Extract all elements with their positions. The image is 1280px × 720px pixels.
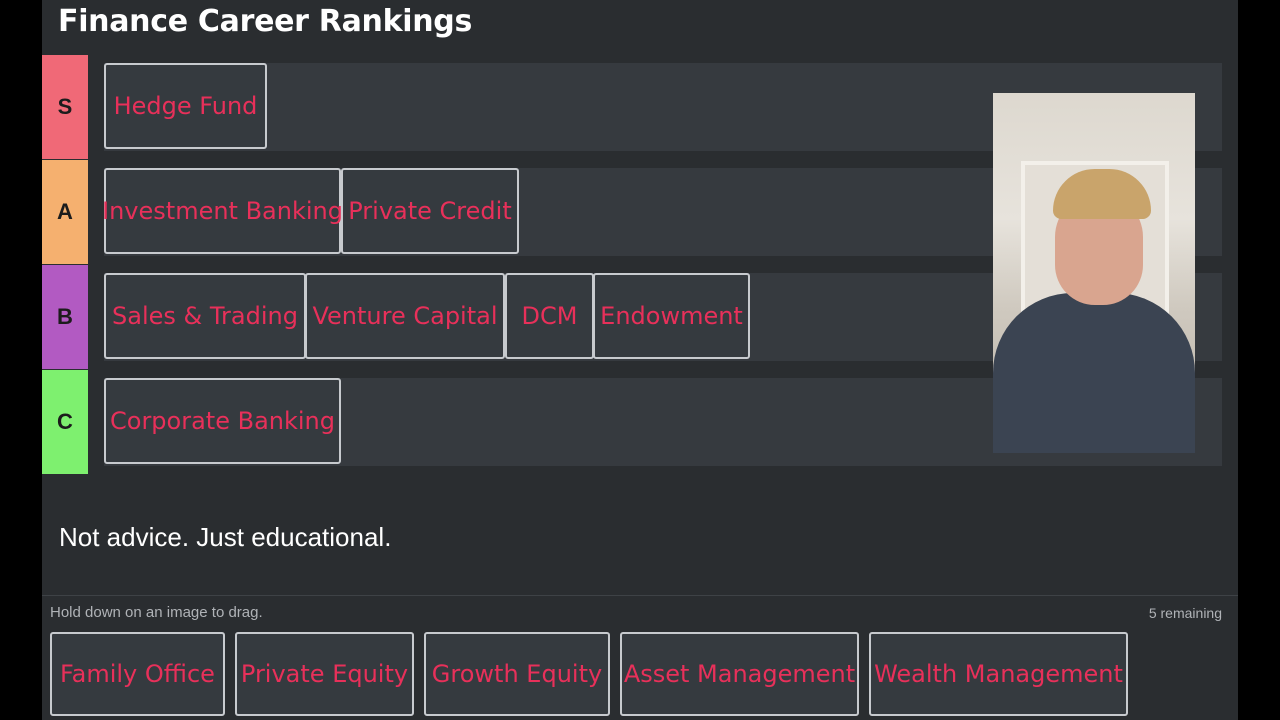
tier-card-investment-banking[interactable]: Investment Banking [102, 168, 343, 254]
subtitle-caption: Not advice. Just educational. [59, 522, 392, 552]
tier-card-corporate-banking[interactable]: Corporate Banking [104, 378, 341, 464]
tier-card-sales-trading[interactable]: Sales & Trading [104, 273, 306, 359]
page-title: Finance Career Rankings [58, 4, 473, 39]
tier-card-hedge-fund[interactable]: Hedge Fund [104, 63, 267, 149]
tier-label-s[interactable]: S [42, 55, 88, 159]
pool-card-wealth-management[interactable]: Wealth Management [869, 632, 1128, 716]
tier-label-c[interactable]: C [42, 370, 88, 474]
tier-card-private-credit[interactable]: Private Credit [341, 168, 519, 254]
presenter-sweater [993, 293, 1195, 453]
remaining-count: 5 remaining [1148, 605, 1222, 621]
tier-label-a[interactable]: A [42, 160, 88, 264]
pool-card-asset-management[interactable]: Asset Management [620, 632, 859, 716]
pool-card-private-equity[interactable]: Private Equity [235, 632, 414, 716]
presenter-video-overlay [993, 93, 1195, 453]
tier-card-venture-capital[interactable]: Venture Capital [305, 273, 505, 359]
pool-card-family-office[interactable]: Family Office [50, 632, 225, 716]
pool-card-growth-equity[interactable]: Growth Equity [424, 632, 610, 716]
tier-label-b[interactable]: B [42, 265, 88, 369]
pool-divider [42, 595, 1238, 596]
tier-card-endowment[interactable]: Endowment [593, 273, 750, 359]
drag-hint: Hold down on an image to drag. [50, 604, 263, 621]
tier-card-dcm[interactable]: DCM [505, 273, 594, 359]
